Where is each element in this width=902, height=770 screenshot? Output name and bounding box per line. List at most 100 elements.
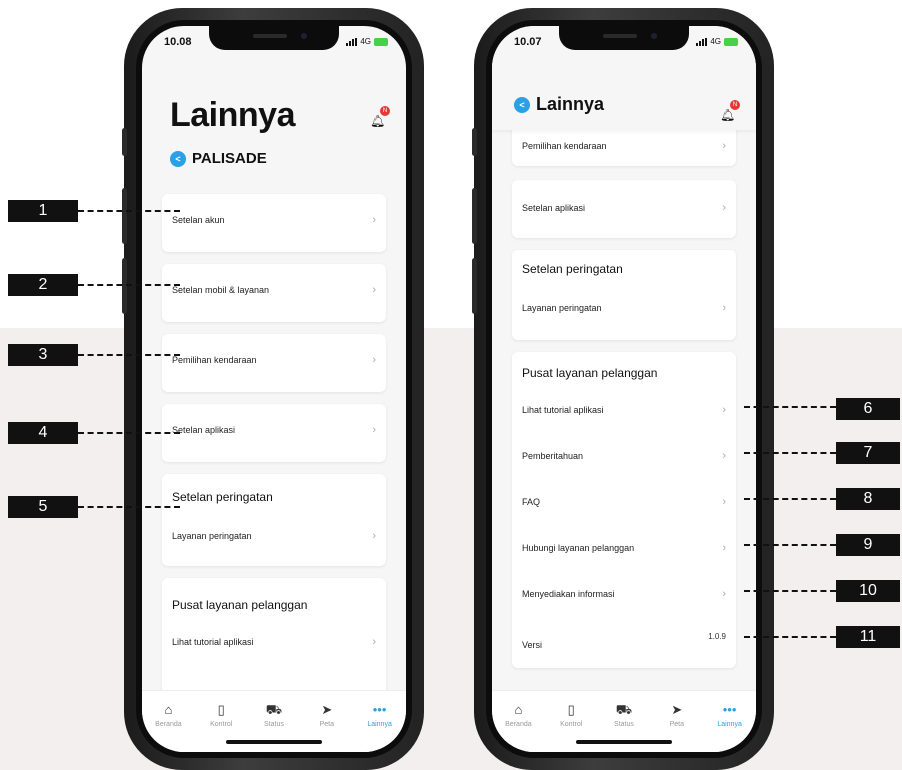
menu-item-layanan-peringatan[interactable]: Layanan peringatan › — [522, 302, 726, 314]
callout-leader — [744, 590, 836, 592]
remote-icon: ▯ — [567, 702, 575, 717]
share-icon: < — [170, 150, 186, 167]
section-pusat-layanan: Pusat layanan pelanggan Lihat tutorial a… — [512, 352, 736, 668]
tab-peta[interactable]: ➤ Peta — [657, 703, 697, 752]
chevron-right-icon: › — [722, 450, 726, 462]
callout-leader — [78, 210, 180, 212]
chevron-right-icon: › — [372, 284, 376, 296]
callout-leader — [78, 354, 180, 356]
right-screen: Pemilihan kendaraan › Setelan aplikasi › S… — [492, 26, 756, 752]
side-button — [122, 188, 127, 244]
tab-kontrol[interactable]: ▯ Kontrol — [201, 703, 241, 752]
notification-bell[interactable]: 🔔︎ N — [370, 106, 390, 128]
tab-beranda[interactable]: ⌂ Beranda — [498, 703, 538, 752]
status-indicators: 4G — [346, 37, 388, 46]
chevron-right-icon: › — [722, 588, 726, 600]
menu-item-setelan-akun[interactable]: Setelan akun › — [162, 194, 386, 252]
menu-label: Hubungi layanan pelanggan — [522, 543, 635, 553]
menu-item-setelan-mobil[interactable]: Setelan mobil & layanan › — [162, 264, 386, 322]
callout-leader — [744, 498, 836, 500]
remote-icon: ▯ — [217, 702, 225, 717]
menu-label: Pemilihan kendaraan — [522, 141, 607, 151]
side-button — [122, 128, 127, 156]
callout-leader — [744, 452, 836, 454]
callout-leader — [78, 506, 180, 508]
menu-label: Menyediakan informasi — [522, 589, 615, 599]
menu-item-menyediakan-informasi[interactable]: Menyediakan informasi › — [522, 588, 726, 600]
menu-row: Pemilihan kendaraan › — [172, 354, 376, 366]
page-title: Lainnya — [170, 96, 295, 134]
tab-label: Beranda — [505, 721, 532, 728]
menu-label: Setelan akun — [172, 215, 225, 225]
speaker — [603, 34, 637, 38]
callout-label: 11 — [836, 626, 900, 648]
callout-label: 1 — [8, 200, 78, 222]
tab-kontrol[interactable]: ▯ Kontrol — [551, 703, 591, 752]
status-time: 10.08 — [164, 36, 192, 48]
menu-item-hubungi-layanan[interactable]: Hubungi layanan pelanggan › — [522, 542, 726, 554]
notification-badge: N — [380, 106, 390, 116]
menu-item-lihat-tutorial[interactable]: Lihat tutorial aplikasi › — [172, 636, 376, 648]
menu-item-setelan-aplikasi[interactable]: Setelan aplikasi › — [162, 404, 386, 462]
home-icon: ⌂ — [164, 702, 173, 717]
tab-label: Peta — [319, 721, 334, 728]
camera — [651, 33, 657, 39]
section-setelan-peringatan: Setelan peringatan Layanan peringatan › — [162, 474, 386, 566]
section-heading: Pusat layanan pelanggan — [172, 598, 308, 612]
notification-bell[interactable]: 🔔︎ N — [720, 100, 740, 122]
status-time: 10.07 — [514, 36, 542, 48]
menu-row: Setelan aplikasi › — [522, 202, 726, 214]
menu-item-pemberitahuan[interactable]: Pemberitahuan › — [522, 450, 726, 462]
menu-item-lihat-tutorial[interactable]: Lihat tutorial aplikasi › — [522, 404, 726, 416]
menu-item-faq[interactable]: FAQ › — [522, 496, 726, 508]
menu-label: Layanan peringatan — [172, 531, 252, 541]
menu-row: Setelan akun › — [172, 214, 376, 226]
signal-icon — [346, 37, 358, 46]
navigation-icon: ➤ — [671, 702, 683, 717]
tab-status[interactable]: ⛟ Status — [604, 703, 644, 752]
chevron-right-icon: › — [722, 404, 726, 416]
tab-status[interactable]: ⛟ Status — [254, 703, 294, 752]
tab-beranda[interactable]: ⌂ Beranda — [148, 703, 188, 752]
menu-item-setelan-aplikasi[interactable]: Setelan aplikasi › — [512, 180, 736, 238]
tab-lainnya[interactable]: ••• Lainnya — [710, 703, 750, 752]
callout-label: 8 — [836, 488, 900, 510]
tab-lainnya[interactable]: ••• Lainnya — [360, 703, 400, 752]
chevron-right-icon: › — [722, 496, 726, 508]
section-heading: Setelan peringatan — [172, 490, 273, 504]
callout-label: 2 — [8, 274, 78, 296]
side-button — [122, 258, 127, 314]
car-icon: ⛟ — [265, 702, 283, 717]
bell-icon: 🔔︎ — [370, 114, 386, 128]
home-indicator — [226, 740, 322, 744]
more-icon: ••• — [722, 702, 737, 717]
callout-leader — [744, 636, 836, 638]
home-icon: ⌂ — [514, 702, 523, 717]
left-phone: 10.08 4G Lainnya 🔔︎ N < PALISADE Setelan… — [122, 8, 424, 770]
vehicle-brand: < PALISADE — [170, 150, 267, 167]
section-heading: Setelan peringatan — [522, 262, 623, 276]
callout-label: 6 — [836, 398, 900, 420]
callout-leader — [744, 406, 836, 408]
menu-row: Pemilihan kendaraan › — [522, 140, 726, 152]
car-icon: ⛟ — [615, 702, 633, 717]
callout-leader — [78, 284, 180, 286]
chevron-right-icon: › — [372, 636, 376, 648]
tab-label: Status — [614, 721, 634, 728]
menu-label: Pemberitahuan — [522, 451, 584, 461]
bell-icon: 🔔︎ — [720, 108, 736, 122]
side-button — [472, 258, 477, 314]
tab-peta[interactable]: ➤ Peta — [307, 703, 347, 752]
status-indicators: 4G — [696, 37, 738, 46]
page-title: < Lainnya — [514, 94, 604, 115]
left-screen: 10.08 4G Lainnya 🔔︎ N < PALISADE Setelan… — [142, 26, 406, 752]
side-button — [472, 128, 477, 156]
chevron-right-icon: › — [722, 140, 726, 152]
section-pusat-layanan: Pusat layanan pelanggan Lihat tutorial a… — [162, 578, 386, 698]
menu-row: Setelan aplikasi › — [172, 424, 376, 436]
menu-item-layanan-peringatan[interactable]: Layanan peringatan › — [172, 530, 376, 542]
page-title-text: Lainnya — [536, 94, 605, 114]
battery-icon — [374, 37, 388, 46]
menu-item-pemilihan-kendaraan[interactable]: Pemilihan kendaraan › — [162, 334, 386, 392]
chevron-right-icon: › — [372, 424, 376, 436]
